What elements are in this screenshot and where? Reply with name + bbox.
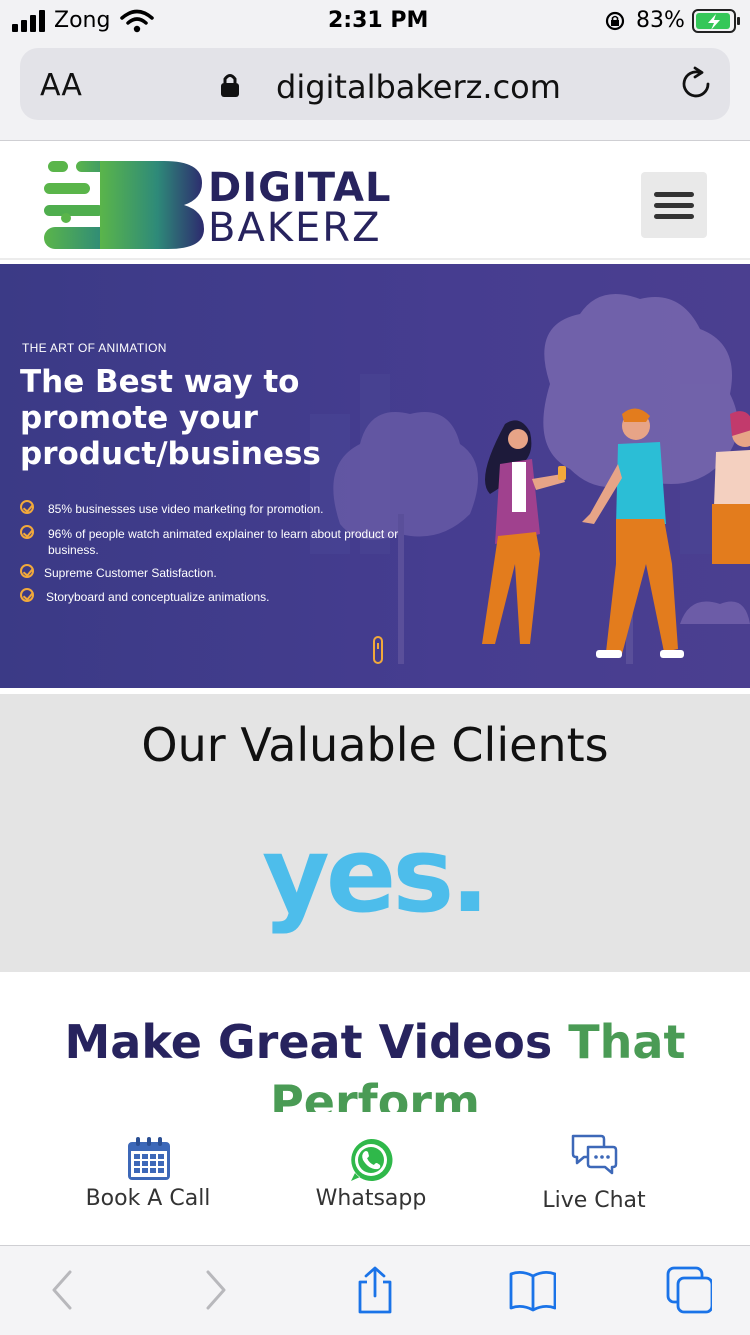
calendar-icon xyxy=(128,1137,170,1180)
tabs-icon[interactable] xyxy=(664,1266,712,1314)
signal-icon xyxy=(12,10,45,32)
whatsapp-label: Whatsapp xyxy=(315,1186,427,1211)
browser-bottom-toolbar xyxy=(0,1245,750,1335)
whatsapp-icon xyxy=(351,1138,393,1181)
bookmarks-book-icon[interactable] xyxy=(508,1266,556,1314)
logo-word-bakerz: BAKERZ xyxy=(208,205,382,251)
browser-toolbar: AA digitalbakerz.com xyxy=(0,40,750,141)
battery-icon xyxy=(692,9,740,33)
videos-section: Make Great Videos That Perform xyxy=(0,972,750,1112)
battery-percent: 83% xyxy=(636,8,685,33)
client-logo-yes: yes. xyxy=(262,814,490,936)
text-size-button[interactable]: AA xyxy=(40,68,82,103)
site-header: DIGITAL BAKERZ xyxy=(0,141,750,260)
menu-line xyxy=(654,192,694,197)
digital-bakerz-logo-icon[interactable] xyxy=(44,161,204,251)
live-chat-label: Live Chat xyxy=(542,1188,646,1213)
videos-title-part1: Make Great Videos xyxy=(64,1015,553,1069)
url-text: digitalbakerz.com xyxy=(276,68,561,106)
check-circle-icon xyxy=(20,564,34,578)
address-bar[interactable]: AA digitalbakerz.com xyxy=(20,48,730,120)
hero-banner: THE ART OF ANIMATION The Best way to pro… xyxy=(0,264,750,688)
clock-time: 2:31 PM xyxy=(328,8,429,33)
contact-action-bar: Book A Call Whatsapp Live Chat xyxy=(0,1112,750,1245)
reload-icon[interactable] xyxy=(680,66,714,102)
hero-kicker: THE ART OF ANIMATION xyxy=(22,341,167,355)
check-circle-icon xyxy=(20,500,34,514)
chat-bubbles-icon xyxy=(571,1134,618,1175)
wifi-icon xyxy=(120,9,154,33)
status-bar: Zong 2:31 PM 83% xyxy=(0,0,750,40)
orientation-lock-icon xyxy=(605,11,625,31)
videos-title: Make Great Videos That Perform xyxy=(0,1012,750,1112)
clients-section: Our Valuable Clients yes. xyxy=(0,694,750,972)
hamburger-menu-button[interactable] xyxy=(641,172,707,238)
menu-line xyxy=(654,214,694,219)
forward-arrow-icon[interactable] xyxy=(192,1266,240,1314)
carrier-name: Zong xyxy=(54,8,111,33)
clients-title: Our Valuable Clients xyxy=(141,718,609,772)
check-circle-icon xyxy=(20,588,34,602)
back-arrow-icon[interactable] xyxy=(38,1266,86,1314)
lock-icon xyxy=(221,74,239,97)
menu-line xyxy=(654,203,694,208)
hero-title: The Best way to promote your product/bus… xyxy=(20,364,321,472)
share-icon[interactable] xyxy=(351,1266,399,1314)
book-a-call-label: Book A Call xyxy=(85,1186,211,1211)
scroll-indicator-icon[interactable] xyxy=(373,636,383,664)
check-circle-icon xyxy=(20,525,34,539)
hero-illustration xyxy=(310,294,750,664)
